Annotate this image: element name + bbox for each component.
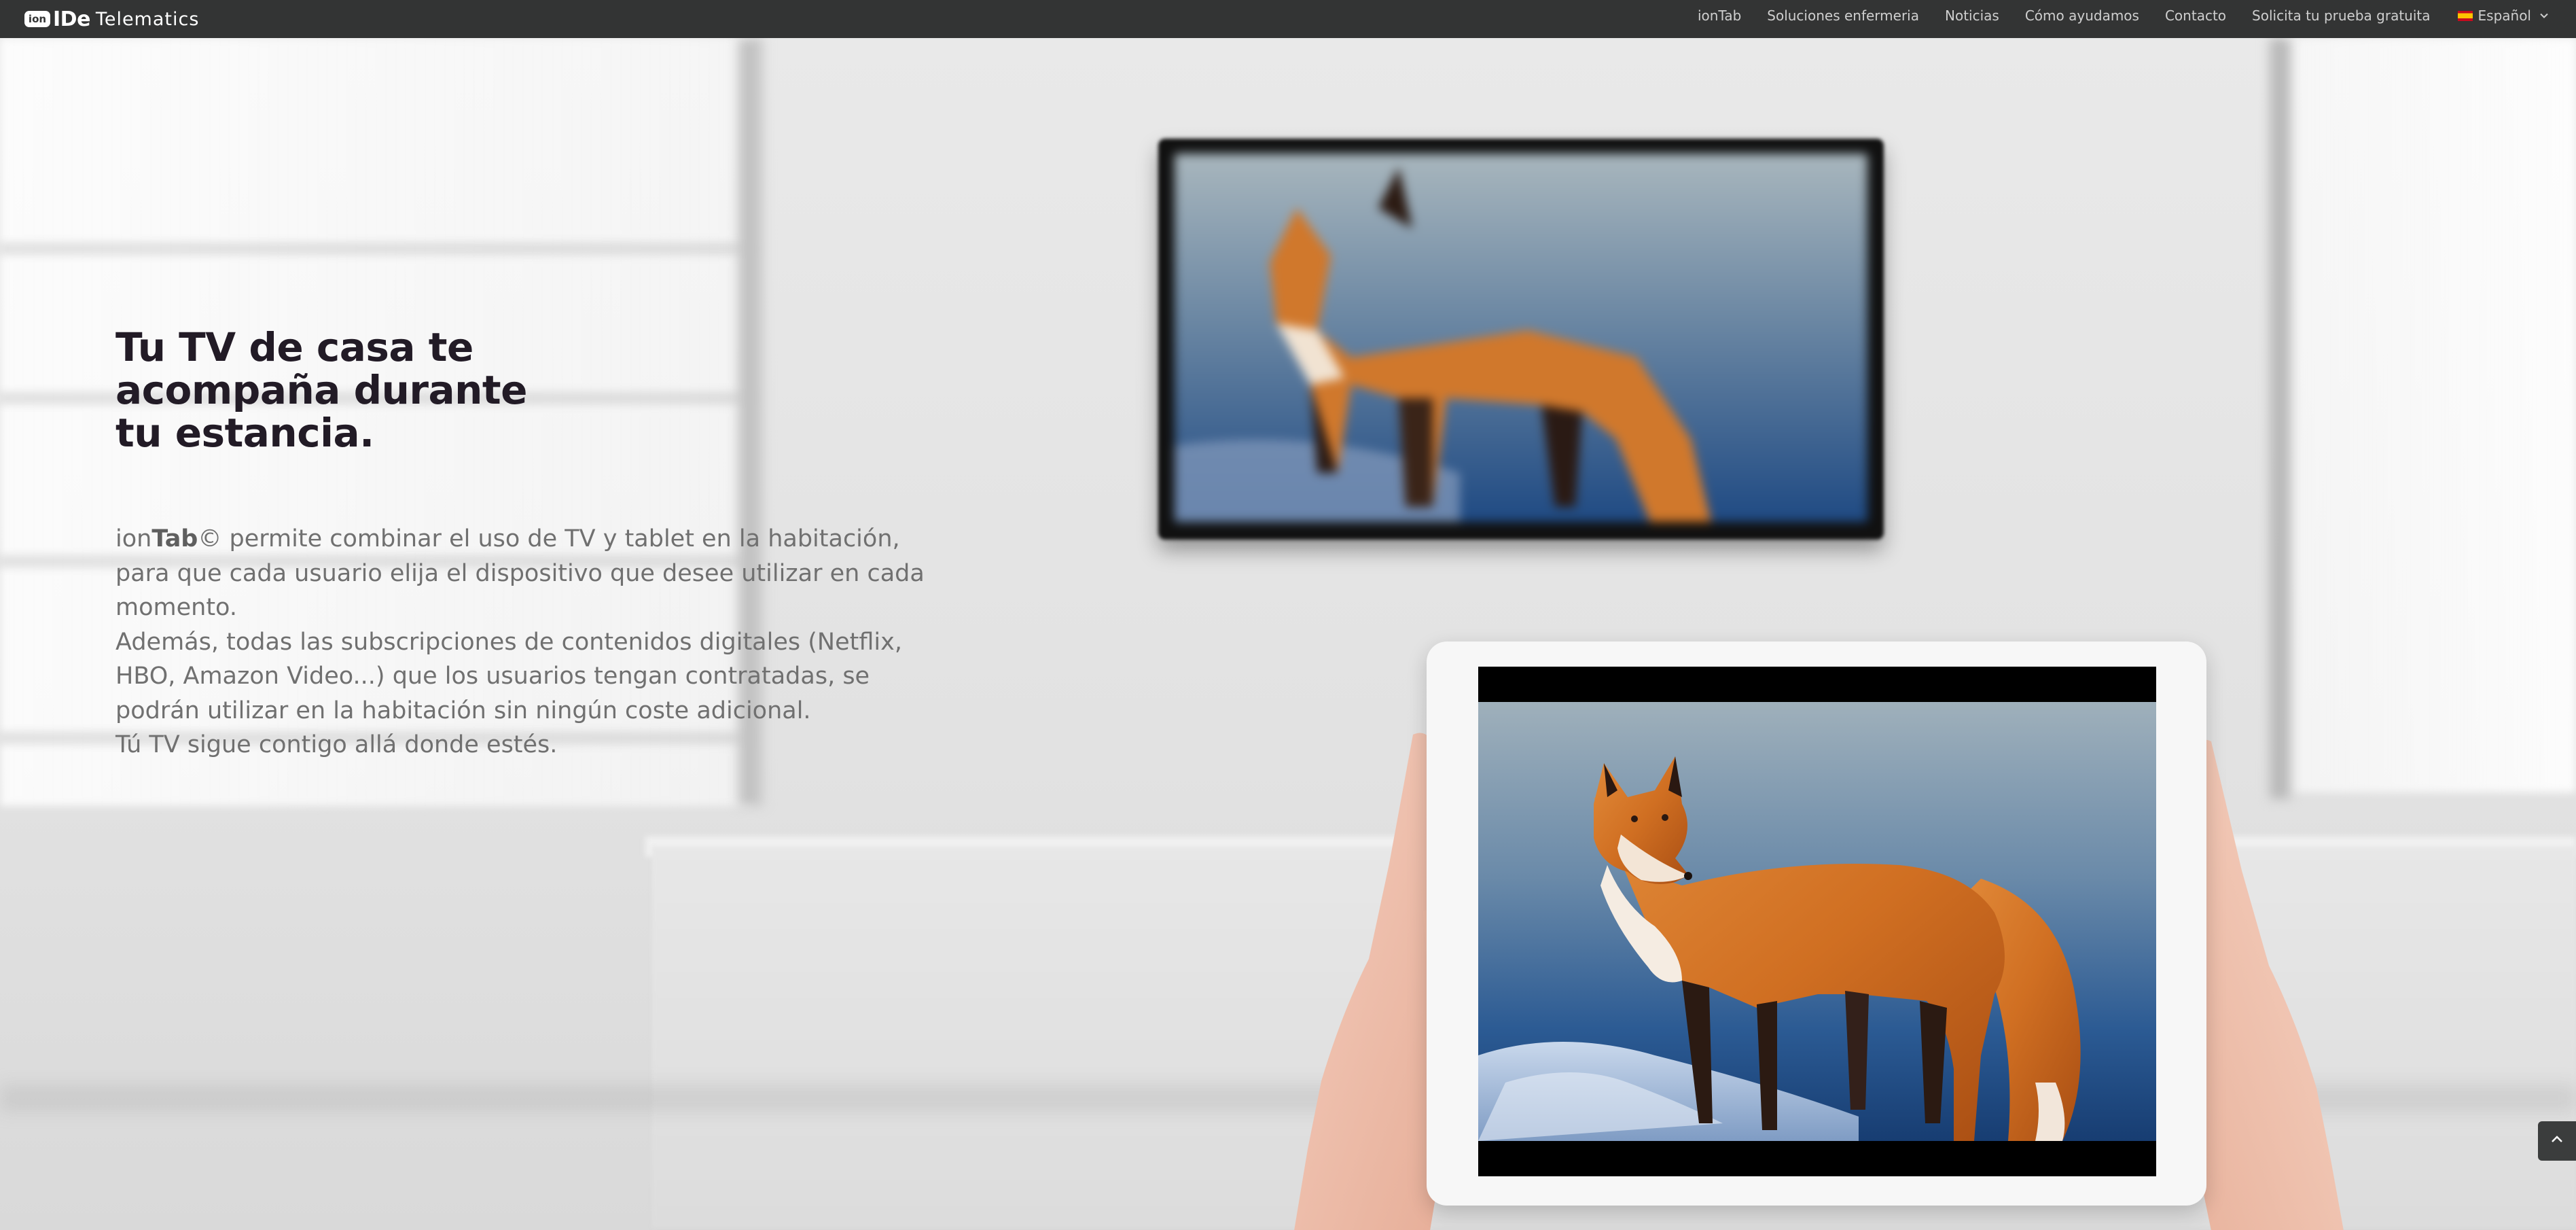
tablet-device-image [1427,642,2206,1206]
description-line-2: para que cada usuario elija el dispositi… [115,559,925,587]
nav-item-como-ayudamos[interactable]: Cómo ayudamos [2025,7,2139,24]
language-selector[interactable]: Español [2457,7,2549,24]
description-line-6: podrán utilizar en la habitación sin nin… [115,697,811,724]
brand-bold-text: Tab [151,525,198,552]
site-logo[interactable]: ion IDe Telematics [24,4,199,34]
logo-badge: ion [24,11,50,27]
nav-item-contacto[interactable]: Contacto [2165,7,2226,24]
nav-item-iontab[interactable]: ionTab [1698,7,1741,24]
description-line-1: ionTab© permite combinar el uso de TV y … [115,522,951,557]
spain-flag-icon [2457,10,2473,21]
background-window-right [2283,38,2576,792]
hero-section: Tu TV de casa te acompaña durante tu est… [0,38,2576,1230]
brand-prefix-text: ion [115,525,152,552]
wall-tv-image [1158,139,1884,540]
main-menu: ionTab Soluciones enfermeria Noticias Có… [1672,0,2549,31]
tv-screen-fox [1175,154,1867,522]
chevron-down-icon [2539,11,2549,20]
scroll-to-top-button[interactable] [2538,1121,2576,1161]
nav-item-noticias[interactable]: Noticias [1945,7,1999,24]
hero-description: ionTab© permite combinar el uso de TV y … [115,522,951,762]
description-line-1-text: © permite combinar el uso de TV y tablet… [198,525,900,552]
headline-line-3: tu estancia. [115,410,374,456]
description-line-3: momento. [115,594,237,621]
language-label: Español [2477,7,2531,24]
top-navigation-bar: ion IDe Telematics ionTab Soluciones enf… [0,0,2576,38]
logo-name-bold: IDe [53,7,90,31]
headline-line-1: Tu TV de casa te [115,324,473,370]
nav-item-soluciones-enfermeria[interactable]: Soluciones enfermeria [1767,7,1919,24]
background-pillar-right [2269,38,2292,799]
tablet-fox-photo [1478,702,2156,1141]
headline-line-2: acompaña durante [115,367,527,413]
nav-item-prueba-gratuita[interactable]: Solicita tu prueba gratuita [2252,7,2430,24]
description-line-5: HBO, Amazon Video...) que los usuarios t… [115,663,870,690]
description-line-4: Además, todas las subscripciones de cont… [115,628,902,656]
chevron-up-icon [2550,1132,2564,1150]
hero-headline: Tu TV de casa te acompaña durante tu est… [115,326,632,455]
description-line-7: Tú TV sigue contigo allá donde estés. [115,731,558,758]
tablet-screen [1478,667,2156,1176]
logo-name-rest: Telematics [95,8,200,30]
